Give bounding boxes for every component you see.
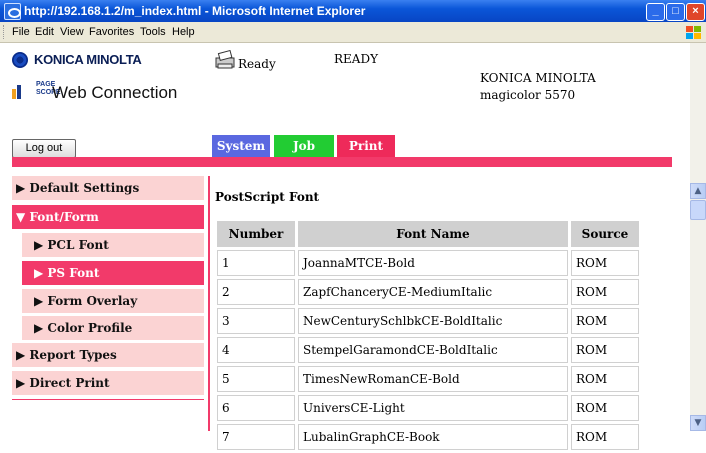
cell-number: 5: [217, 366, 295, 392]
close-button[interactable]: ×: [686, 3, 705, 21]
internet-explorer-icon: [4, 3, 21, 20]
table-row: 7 LubalinGraphCE-Book ROM: [217, 424, 639, 450]
sidebar-item-label: ▶ Default Settings: [16, 181, 140, 195]
cell-source: ROM: [571, 250, 639, 276]
cell-number: 6: [217, 395, 295, 421]
sidebar-item-color-profile[interactable]: ▶ Color Profile: [22, 316, 204, 340]
cell-source: ROM: [571, 308, 639, 334]
table-row: 4 StempelGaramondCE-BoldItalic ROM: [217, 337, 639, 363]
scroll-down-button[interactable]: ▼: [690, 415, 706, 431]
sidebar-item-direct-print[interactable]: ▶ Direct Print: [12, 371, 204, 395]
sidebar-item-report-types[interactable]: ▶ Report Types: [12, 343, 204, 367]
sidebar-item-label: ▼ Font/Form: [16, 210, 99, 224]
sidebar-item-font-form[interactable]: ▼ Font/Form: [12, 205, 204, 229]
brand-name: KONICA MINOLTA: [34, 52, 142, 67]
column-header-number: Number: [217, 221, 295, 247]
page-content: KONICA MINOLTA PAGE SCOPE Web Connection…: [0, 43, 690, 453]
sidebar-item-ps-font[interactable]: ▶ PS Font: [22, 261, 204, 285]
sidebar-item-label: ▶ Direct Print: [16, 376, 110, 390]
tab-print[interactable]: Print: [337, 135, 395, 157]
cell-font-name: UniversCE-Light: [298, 395, 568, 421]
menu-bar: File Edit View Favorites Tools Help: [0, 22, 706, 43]
table-header-row: Number Font Name Source: [217, 221, 639, 247]
sidebar-item-pcl-font[interactable]: ▶ PCL Font: [22, 233, 204, 257]
window-title: http://192.168.1.2/m_index.html - Micros…: [24, 4, 366, 18]
tab-job[interactable]: Job: [274, 135, 334, 157]
cell-source: ROM: [571, 366, 639, 392]
toolbar-grip: [3, 25, 7, 39]
content-divider-line: [208, 176, 210, 431]
cell-number: 1: [217, 250, 295, 276]
cell-font-name: JoannaMTCE-Bold: [298, 250, 568, 276]
cell-font-name: ZapfChanceryCE-MediumItalic: [298, 279, 568, 305]
table-row: 5 TimesNewRomanCE-Bold ROM: [217, 366, 639, 392]
web-connection-title: Web Connection: [52, 83, 178, 102]
table-row: 6 UniversCE-Light ROM: [217, 395, 639, 421]
cell-source: ROM: [571, 279, 639, 305]
maximize-button[interactable]: □: [666, 3, 685, 21]
window-title-bar: http://192.168.1.2/m_index.html - Micros…: [0, 0, 706, 22]
table-row: 3 NewCenturySchlbkCE-BoldItalic ROM: [217, 308, 639, 334]
printer-icon: [215, 50, 235, 69]
sidebar-item-label: ▶ PCL Font: [34, 238, 109, 252]
printer-status-display: READY: [334, 52, 379, 66]
cell-source: ROM: [571, 424, 639, 450]
sidebar-item-label: ▶ PS Font: [34, 266, 100, 280]
menu-help[interactable]: Help: [172, 26, 195, 38]
vertical-scrollbar[interactable]: ▲ ▼: [690, 43, 706, 431]
konica-minolta-logo-icon: [12, 52, 28, 68]
sidebar-item-form-overlay[interactable]: ▶ Form Overlay: [22, 289, 204, 313]
font-table: Number Font Name Source 1 JoannaMTCE-Bol…: [214, 218, 642, 453]
cell-source: ROM: [571, 337, 639, 363]
device-model: magicolor 5570: [480, 88, 576, 102]
page-title: PostScript Font: [215, 190, 320, 204]
menu-tools[interactable]: Tools: [140, 26, 166, 38]
sidebar-item-default-settings[interactable]: ▶ Default Settings: [12, 176, 204, 200]
cell-source: ROM: [571, 395, 639, 421]
column-header-font-name: Font Name: [298, 221, 568, 247]
menu-favorites[interactable]: Favorites: [89, 26, 134, 38]
device-brand: KONICA MINOLTA: [480, 71, 596, 85]
header-divider-bar: [12, 157, 672, 167]
pagescope-logo-icon: [12, 81, 34, 99]
cell-font-name: TimesNewRomanCE-Bold: [298, 366, 568, 392]
windows-logo-icon: [684, 24, 702, 40]
pagescope-label: PAGE SCOPE: [36, 81, 61, 96]
cell-number: 3: [217, 308, 295, 334]
printer-status-text: Ready: [238, 57, 276, 71]
sidebar-item-label: ▶ Form Overlay: [34, 294, 138, 308]
logout-button[interactable]: Log out: [12, 139, 76, 158]
sidebar-item-label: ▶ Report Types: [16, 348, 117, 362]
menu-edit[interactable]: Edit: [35, 26, 54, 38]
cell-font-name: StempelGaramondCE-BoldItalic: [298, 337, 568, 363]
cell-number: 4: [217, 337, 295, 363]
sidebar-item-label: ▶ Color Profile: [34, 321, 133, 335]
cell-font-name: LubalinGraphCE-Book: [298, 424, 568, 450]
scrollbar-thumb[interactable]: [690, 200, 706, 220]
cell-number: 2: [217, 279, 295, 305]
menu-view[interactable]: View: [60, 26, 84, 38]
sidebar-divider: [12, 399, 204, 400]
column-header-source: Source: [571, 221, 639, 247]
scroll-up-button[interactable]: ▲: [690, 183, 706, 199]
table-row: 2 ZapfChanceryCE-MediumItalic ROM: [217, 279, 639, 305]
table-row: 1 JoannaMTCE-Bold ROM: [217, 250, 639, 276]
cell-font-name: NewCenturySchlbkCE-BoldItalic: [298, 308, 568, 334]
cell-number: 7: [217, 424, 295, 450]
tab-system[interactable]: System: [212, 135, 270, 157]
minimize-button[interactable]: _: [646, 3, 665, 21]
menu-file[interactable]: File: [12, 26, 30, 38]
